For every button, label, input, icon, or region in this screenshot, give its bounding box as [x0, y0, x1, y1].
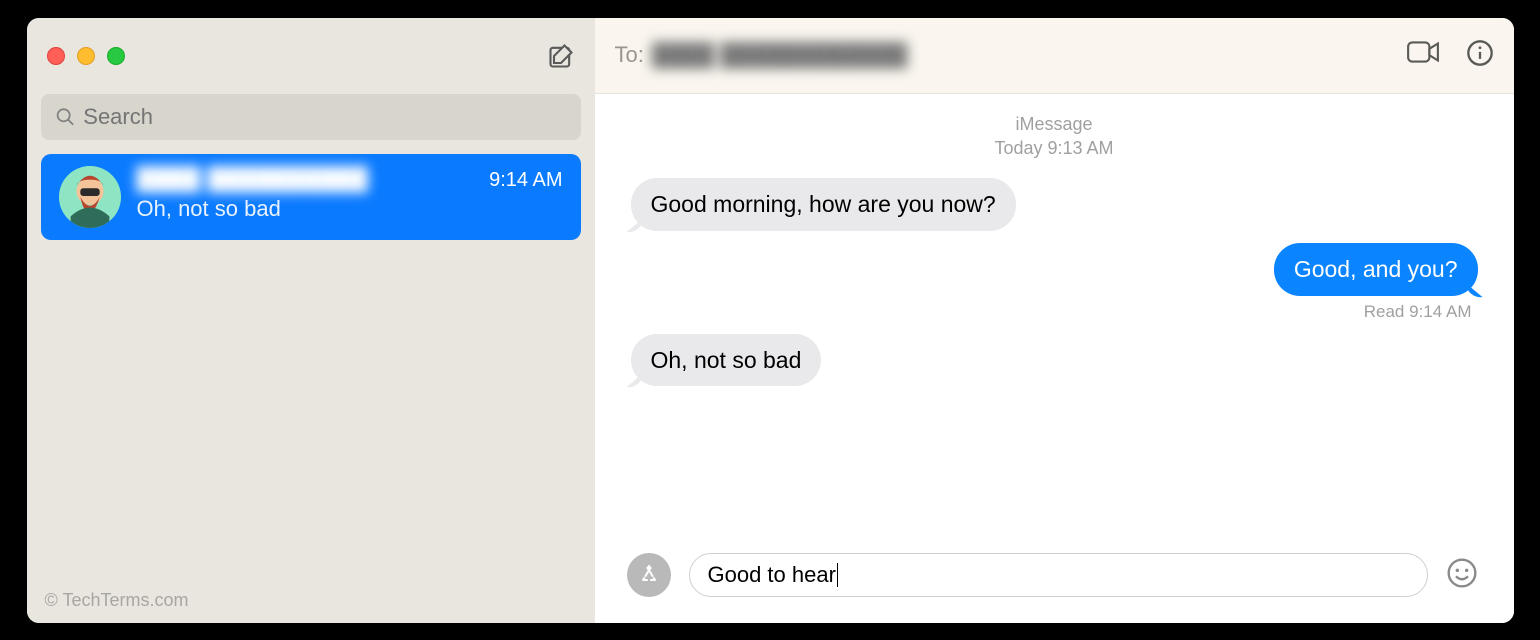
compose-field[interactable]: Good to hear [689, 553, 1428, 597]
sidebar-titlebar [27, 18, 595, 94]
message-received[interactable]: Oh, not so bad [631, 334, 1478, 387]
conversation-time: 9:14 AM [489, 169, 562, 192]
window-fullscreen-button[interactable] [107, 47, 125, 65]
thread-timestamp: iMessage Today 9:13 AM [631, 112, 1478, 161]
emoji-picker-button[interactable] [1446, 557, 1482, 593]
conversation-list: ████ ██████████ 9:14 AM Oh, not so bad [27, 154, 595, 240]
sidebar: ████ ██████████ 9:14 AM Oh, not so bad ©… [27, 18, 595, 623]
message-received[interactable]: Good morning, how are you now? [631, 178, 1478, 231]
conversation-name: ████ ██████████ [137, 166, 369, 192]
to-label: To: [615, 42, 644, 68]
thread-date-label: Today 9:13 AM [994, 138, 1113, 158]
window-close-button[interactable] [47, 47, 65, 65]
message-bubble: Oh, not so bad [631, 334, 822, 387]
main-header: To: ████ ████████████ [595, 18, 1514, 94]
read-receipt: Read 9:14 AM [1364, 302, 1472, 322]
search-field[interactable] [41, 94, 581, 140]
facetime-button[interactable] [1406, 39, 1440, 72]
imessage-apps-button[interactable] [627, 553, 671, 597]
conversation-header: ████ ██████████ 9:14 AM [137, 166, 563, 192]
message-sent[interactable]: Good, and you? Read 9:14 AM [631, 243, 1478, 322]
to-field[interactable]: To: ████ ████████████ [615, 42, 908, 68]
thread-service-label: iMessage [631, 112, 1478, 136]
video-camera-icon [1406, 39, 1440, 65]
message-thread[interactable]: iMessage Today 9:13 AM Good morning, how… [595, 94, 1514, 553]
composer: Good to hear [595, 553, 1514, 623]
search-icon [55, 106, 76, 128]
search-container [27, 94, 595, 154]
attribution-text: © TechTerms.com [45, 590, 189, 611]
window-minimize-button[interactable] [77, 47, 95, 65]
compose-new-message-button[interactable] [547, 42, 575, 70]
compose-icon [547, 42, 575, 70]
messages-window: ████ ██████████ 9:14 AM Oh, not so bad ©… [27, 18, 1514, 623]
info-icon [1466, 39, 1494, 67]
smiley-icon [1446, 557, 1478, 589]
search-input[interactable] [83, 104, 566, 130]
conversation-preview: Oh, not so bad [137, 196, 563, 222]
conversation-item[interactable]: ████ ██████████ 9:14 AM Oh, not so bad [41, 154, 581, 240]
avatar-memoji-icon [59, 166, 121, 228]
message-bubble: Good, and you? [1274, 243, 1478, 296]
main-panel: To: ████ ████████████ [595, 18, 1514, 623]
text-caret [837, 563, 838, 587]
message-bubble: Good morning, how are you now? [631, 178, 1016, 231]
compose-draft-text: Good to hear [708, 562, 836, 588]
header-actions [1406, 39, 1494, 72]
to-value: ████ ████████████ [652, 42, 908, 68]
avatar [59, 166, 121, 228]
details-button[interactable] [1466, 39, 1494, 72]
app-store-icon [637, 563, 661, 587]
conversation-text: ████ ██████████ 9:14 AM Oh, not so bad [137, 166, 563, 222]
window-controls [47, 47, 125, 65]
